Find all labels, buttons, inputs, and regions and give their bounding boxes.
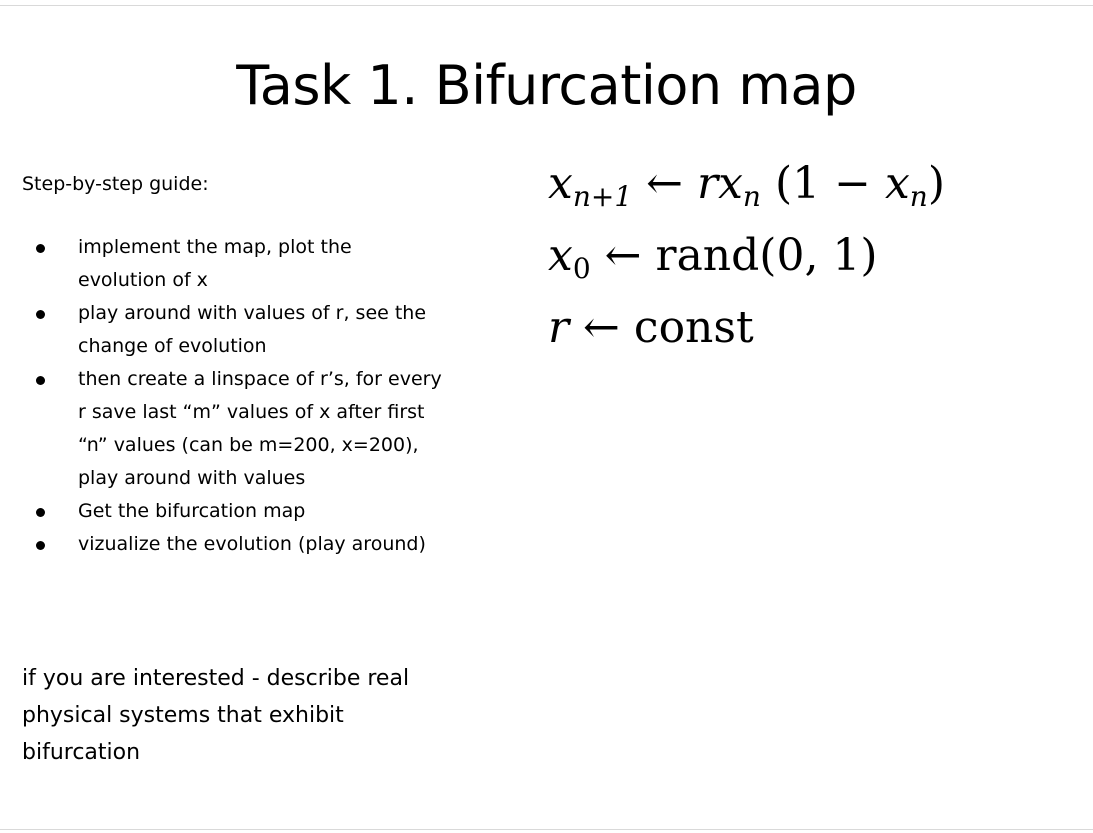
bullet-icon (36, 376, 45, 385)
bullet-icon (36, 244, 45, 253)
eq-var: x (884, 158, 910, 209)
step-line: change of evolution (78, 335, 267, 357)
step-line: play around with values (78, 467, 306, 489)
note-line: bifurcation (22, 740, 141, 765)
step-line: “n” values (can be m=200, x=200), (78, 434, 419, 456)
step-line: Get the bifurcation map (78, 500, 306, 522)
arrow-icon: ← (583, 302, 620, 353)
list-item: implement the map, plot the evolution of… (30, 231, 530, 297)
bottom-divider (0, 829, 1093, 830)
step-line: r save last “m” values of x after first (78, 401, 425, 423)
step-line: evolution of x (78, 269, 208, 291)
parameter-equation: r ← const (548, 292, 1088, 364)
list-item: vizualize the evolution (play around) (30, 528, 530, 561)
list-item: Get the bifurcation map (30, 495, 530, 528)
bullet-icon (36, 541, 45, 550)
eq-subscript: n+1 (572, 180, 633, 213)
bullet-icon (36, 310, 45, 319)
eq-subscript: 0 (572, 252, 591, 285)
eq-var: x (548, 158, 573, 209)
formula-block: xn+1 ← rxn (1 − xn) x0 ← rand(0, 1) r ← … (548, 148, 1088, 364)
eq-rhs: const (633, 302, 754, 353)
eq-rhs: rand(0, 1) (655, 230, 878, 281)
arrow-icon: ← (604, 230, 642, 281)
note-line: physical systems that exhibit (22, 703, 344, 728)
step-list: implement the map, plot the evolution of… (30, 231, 530, 561)
eq-var: r (548, 302, 570, 353)
step-line: implement the map, plot the (78, 236, 352, 258)
initial-condition-equation: x0 ← rand(0, 1) (548, 220, 1088, 292)
eq-var: r (697, 158, 719, 209)
bullet-icon (36, 508, 45, 517)
top-divider (0, 5, 1093, 6)
eq-var: x (548, 230, 573, 281)
interest-note: if you are interested - describe real ph… (22, 660, 492, 771)
step-line: then create a linspace of r’s, for every (78, 368, 442, 390)
list-item: then create a linspace of r’s, for every… (30, 363, 530, 495)
eq-paren-close: ) (927, 158, 945, 209)
note-line: if you are interested - describe real (22, 666, 410, 691)
guide-heading: Step-by-step guide: (22, 173, 209, 195)
step-line: vizualize the evolution (play around) (78, 533, 426, 555)
eq-subscript: n (909, 180, 928, 213)
logistic-map-equation: xn+1 ← rxn (1 − xn) (548, 148, 1088, 220)
eq-paren-open: (1 − (774, 158, 871, 209)
step-line: play around with values of r, see the (78, 302, 427, 324)
eq-var: x (718, 158, 743, 209)
slide: Task 1. Bifurcation map Step-by-step gui… (0, 0, 1093, 833)
list-item: play around with values of r, see the ch… (30, 297, 530, 363)
eq-subscript: n (742, 180, 761, 213)
arrow-icon: ← (646, 158, 684, 209)
slide-title: Task 1. Bifurcation map (236, 54, 857, 117)
